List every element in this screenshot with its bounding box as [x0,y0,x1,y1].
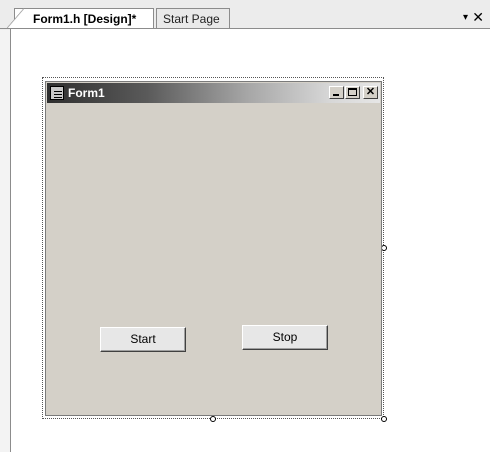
tab-list-dropdown-icon[interactable]: ▾ [463,12,468,24]
tab-start-page-label: Start Page [163,12,220,26]
document-tab-strip: Form1.h [Design]* Start Page ▾ ✕ [0,0,490,30]
start-button[interactable]: Start [100,327,186,352]
minimize-button[interactable] [329,86,344,99]
resize-handle-bottom[interactable] [210,416,216,422]
maximize-icon [348,88,357,96]
stop-button[interactable]: Stop [242,325,328,350]
close-document-icon[interactable]: ✕ [472,8,484,26]
designer-surface[interactable]: Form1 ✕ Start Stop [10,29,490,452]
form1-title: Form1 [68,86,105,100]
minimize-icon [333,94,339,96]
form-app-icon [50,86,64,100]
form1-title-bar[interactable]: Form1 ✕ [47,83,380,103]
resize-handle-corner[interactable] [381,416,387,422]
tab-form1-design[interactable]: Form1.h [Design]* [6,8,154,29]
tab-start-page[interactable]: Start Page [156,8,230,28]
close-icon: ✕ [365,86,376,98]
close-button[interactable]: ✕ [363,86,378,99]
form1-window[interactable]: Form1 ✕ Start Stop [45,81,382,416]
maximize-button[interactable] [345,86,360,99]
tab-form1-design-label: Form1.h [Design]* [33,12,137,26]
